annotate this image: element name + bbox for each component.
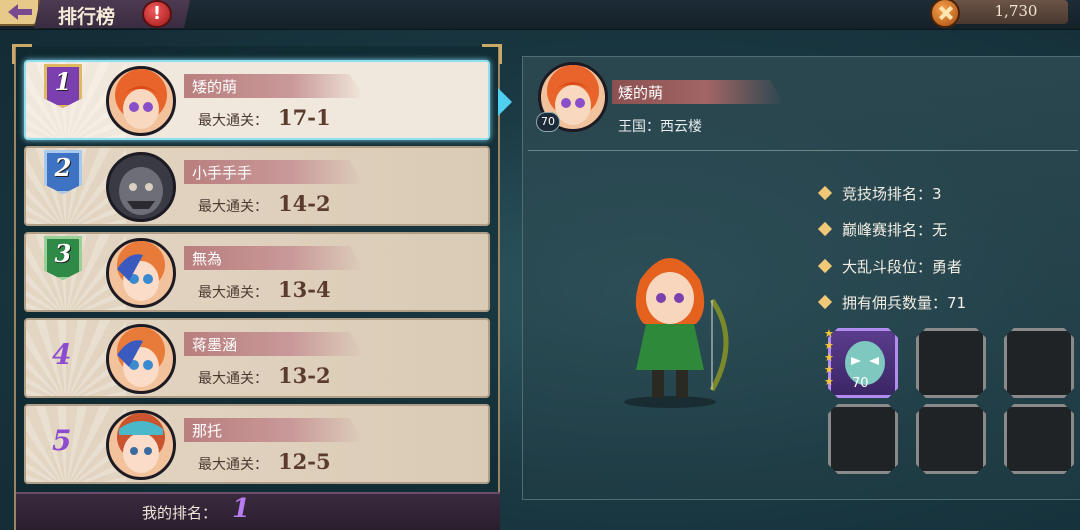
max-clear-value: 17-1 <box>278 105 331 130</box>
max-clear-value: 13-4 <box>278 277 331 302</box>
currency-value: 1,730 <box>994 2 1038 20</box>
rank-badge: 2 <box>44 150 82 200</box>
player-name: 小手手手 <box>192 164 253 182</box>
stat-arena-rank: 竞技场排名：3 <box>817 183 942 204</box>
rank-badge: 1 <box>44 64 82 114</box>
ranking-row-4[interactable]: 4 蒋墨涵 最大通关： 13-2 <box>24 318 490 398</box>
mercenary-stars: ★ ★ ★ ★ ★ <box>824 327 834 388</box>
rank-number: 4 <box>52 338 72 371</box>
diamond-bullet-icon <box>817 221 833 237</box>
detail-player-name: 矮的萌 <box>618 84 664 102</box>
player-name: 那托 <box>192 422 223 440</box>
diamond-bullet-icon <box>817 294 833 310</box>
mercenary-slot-4[interactable] <box>828 404 898 474</box>
back-arrow-icon <box>8 4 32 20</box>
alert-icon[interactable]: ! <box>142 0 172 28</box>
player-avatar[interactable] <box>106 238 176 308</box>
diamond-bullet-icon <box>817 258 833 274</box>
mercenary-slot-5[interactable] <box>916 404 986 474</box>
max-clear-value: 12-5 <box>278 449 331 474</box>
max-clear-label: 最大通关： <box>198 199 268 215</box>
selected-arrow-icon <box>498 88 512 116</box>
ranking-row-2[interactable]: 2 小手手手 最大通关： 14-2 <box>24 146 490 226</box>
level-badge: 70 <box>536 112 560 132</box>
rank-badge: 3 <box>44 236 82 286</box>
player-avatar[interactable] <box>106 324 176 394</box>
ranking-row-1[interactable]: 1 矮的萌 最大通关： 17-1 <box>24 60 490 140</box>
max-clear-label: 最大通关： <box>198 457 268 473</box>
my-rank-label: 我的排名： <box>142 504 218 522</box>
divider <box>528 150 1078 151</box>
my-rank-value: 1 <box>232 494 251 524</box>
diamond-bullet-icon <box>817 185 833 201</box>
ranking-row-3[interactable]: 3 無為 最大通关： 13-4 <box>24 232 490 312</box>
stat-peak-rank: 巅峰赛排名：无 <box>817 219 947 240</box>
player-name: 矮的萌 <box>192 78 238 96</box>
max-clear-label: 最大通关： <box>198 371 268 387</box>
mercenary-slot-2[interactable] <box>916 328 986 398</box>
mercenary-slot-3[interactable] <box>1004 328 1074 398</box>
mercenary-slot-6[interactable] <box>1004 404 1074 474</box>
player-avatar[interactable] <box>106 410 176 480</box>
player-avatar[interactable] <box>106 66 176 136</box>
page-title: 排行榜 <box>58 6 116 28</box>
max-clear-value: 14-2 <box>278 191 331 216</box>
player-name: 蒋墨涵 <box>192 336 238 354</box>
max-clear-label: 最大通关： <box>198 113 268 129</box>
back-button[interactable] <box>0 0 40 26</box>
rank-number: 5 <box>52 424 72 457</box>
stat-mercenary-count: 拥有佣兵数量：71 <box>817 292 966 313</box>
player-name: 無為 <box>192 250 223 268</box>
player-avatar[interactable] <box>106 152 176 222</box>
stat-brawl-tier: 大乱斗段位：勇者 <box>817 256 962 277</box>
ranking-row-5[interactable]: 5 那托 最大通关： 12-5 <box>24 404 490 484</box>
mercenary-level: 70 <box>852 376 869 391</box>
hero-character-image <box>624 258 729 408</box>
detail-kingdom: 王国：西云楼 <box>618 119 702 135</box>
max-clear-value: 13-2 <box>278 363 331 388</box>
max-clear-label: 最大通关： <box>198 285 268 301</box>
my-rank-bar <box>16 492 500 530</box>
